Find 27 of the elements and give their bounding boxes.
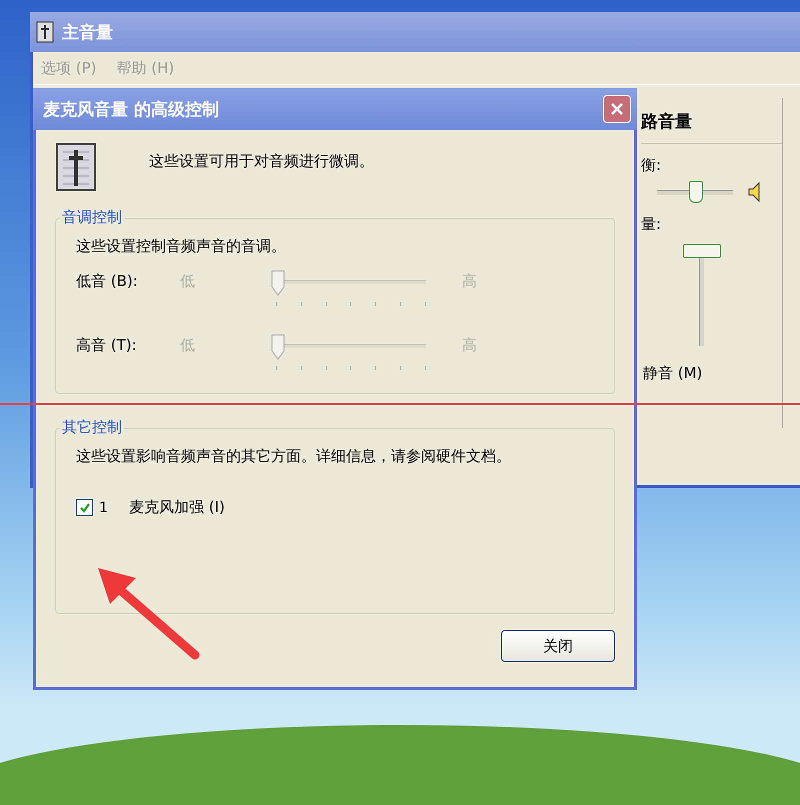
balance-label: 衡: xyxy=(641,156,662,175)
slider-thumb[interactable] xyxy=(683,244,721,258)
high-label: 高 xyxy=(462,272,478,291)
group-title: 其它控制 xyxy=(60,418,124,437)
low-label: 低 xyxy=(180,272,196,291)
volume-label: 量: xyxy=(641,215,662,234)
checkbox-label: 麦克风加强 (I) xyxy=(129,498,225,517)
document-icon xyxy=(36,21,54,43)
mute-label: 静音 (M) xyxy=(642,364,704,383)
window-title: 主音量 xyxy=(62,22,113,44)
close-icon xyxy=(610,102,624,116)
slider-thumb[interactable] xyxy=(689,180,703,202)
group-description: 这些设置控制音频声音的音调。 xyxy=(76,237,287,256)
low-label: 低 xyxy=(180,336,196,355)
high-label: 高 xyxy=(462,336,478,355)
intro-text: 这些设置可用于对音频进行微调。 xyxy=(149,152,374,171)
channel-title: 路音量 xyxy=(641,110,782,144)
close-button[interactable] xyxy=(603,95,631,123)
close-dialog-button[interactable]: 关闭 xyxy=(501,630,615,662)
group-title: 音调控制 xyxy=(60,208,124,227)
group-description: 这些设置影响音频声音的其它方面。详细信息，请参阅硬件文档。 xyxy=(76,447,512,466)
document-icon xyxy=(55,142,97,192)
slider-label: 低音 (B): xyxy=(76,272,139,291)
annotation-number: 1 xyxy=(99,500,109,516)
checkbox[interactable] xyxy=(76,499,93,516)
dialog-title: 麦克风音量 的高级控制 xyxy=(43,98,219,120)
slider-label: 高音 (T): xyxy=(76,336,138,355)
